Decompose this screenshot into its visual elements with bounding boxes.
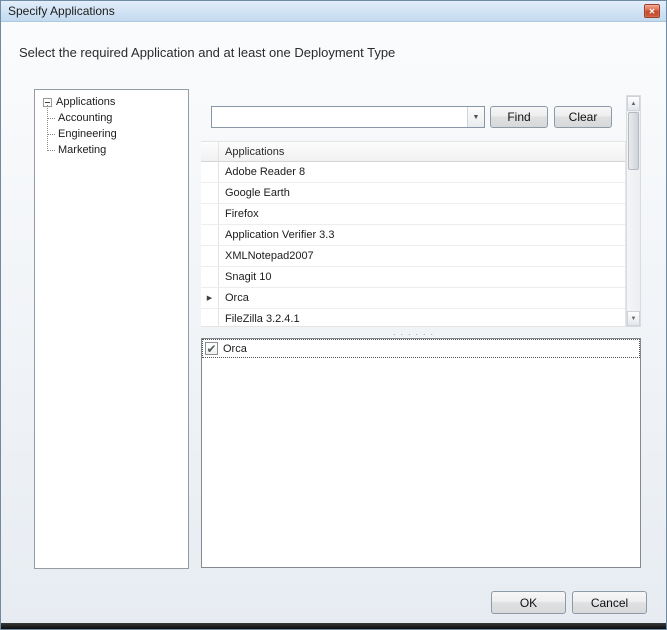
row-indicator-header [201,142,219,161]
window-title: Specify Applications [8,1,115,22]
tree-item-label: Marketing [58,144,106,156]
application-name-cell: Snagit 10 [219,271,271,283]
grid-row[interactable]: ▶ Orca [201,288,625,309]
application-name-cell: Firefox [219,208,259,220]
tree-root-applications[interactable]: Applications [35,90,188,108]
grid-row[interactable]: Adobe Reader 8 [201,162,625,183]
dropdown-arrow-icon[interactable]: ▼ [467,107,484,127]
application-name-cell: Application Verifier 3.3 [219,229,334,241]
row-indicator [201,225,219,245]
scroll-up-icon[interactable]: ▲ [627,96,640,111]
application-name-cell: XMLNotepad2007 [219,250,314,262]
row-indicator [201,162,219,182]
search-input[interactable] [212,107,467,127]
tree-item-marketing[interactable]: Marketing [47,142,188,158]
tree-item-accounting[interactable]: Accounting [47,110,188,126]
selected-application-item[interactable]: ✔ Orca [203,340,639,357]
selected-application-label: Orca [223,343,247,355]
search-combobox[interactable]: ▼ [211,106,485,128]
applications-tree-panel: Applications Accounting Engineering Market… [34,89,189,569]
application-name-cell: Orca [219,292,249,304]
scrollbar-track[interactable] [627,111,640,311]
close-icon: ✕ [649,7,656,16]
scrollbar-thumb[interactable] [628,112,639,170]
application-name-cell: FileZilla 3.2.4.1 [219,313,300,325]
vertical-scrollbar[interactable]: ▲ ▼ [626,95,641,327]
row-indicator [201,267,219,287]
tree-item-engineering[interactable]: Engineering [47,126,188,142]
row-indicator [201,204,219,224]
applications-grid: Applications Adobe Reader 8 Google Earth… [201,141,626,327]
grid-row[interactable]: Application Verifier 3.3 [201,225,625,246]
selection-items: ✔ Orca [202,340,640,357]
clear-button[interactable]: Clear [554,106,612,128]
row-indicator [201,309,219,327]
tree-root-label: Applications [56,96,115,108]
grid-row[interactable]: FileZilla 3.2.4.1 [201,309,625,327]
current-row-arrow-icon: ▶ [201,288,219,308]
row-indicator [201,183,219,203]
grid-row[interactable]: Firefox [201,204,625,225]
instruction-text: Select the required Application and at l… [19,45,395,60]
specify-applications-dialog: Specify Applications ✕ Select the requir… [0,0,667,630]
grid-row[interactable]: Google Earth [201,183,625,204]
grid-rows: Adobe Reader 8 Google Earth Firefox Appl… [201,162,625,327]
splitter-handle[interactable] [201,329,626,338]
tree-children: Accounting Engineering Marketing [47,108,188,158]
titlebar[interactable]: Specify Applications ✕ [1,1,666,22]
find-button[interactable]: Find [490,106,548,128]
application-name-cell: Adobe Reader 8 [219,166,305,178]
grid-header-applications: Applications [219,146,284,158]
ok-button[interactable]: OK [491,591,566,614]
row-indicator [201,246,219,266]
scroll-down-icon[interactable]: ▼ [627,311,640,326]
application-name-cell: Google Earth [219,187,290,199]
cancel-button[interactable]: Cancel [572,591,647,614]
grid-row[interactable]: XMLNotepad2007 [201,246,625,267]
selected-applications-list[interactable]: ✔ Orca [201,338,641,568]
tree-item-label: Accounting [58,112,112,124]
close-button[interactable]: ✕ [644,4,660,18]
window-bottom-frame [1,623,666,629]
grid-row[interactable]: Snagit 10 [201,267,625,288]
checkbox-icon[interactable]: ✔ [205,342,218,355]
tree-item-label: Engineering [58,128,117,140]
grid-header-row[interactable]: Applications [201,142,625,162]
applications-right-panel: ▼ Find Clear Applications Adobe Reader 8… [201,89,641,569]
